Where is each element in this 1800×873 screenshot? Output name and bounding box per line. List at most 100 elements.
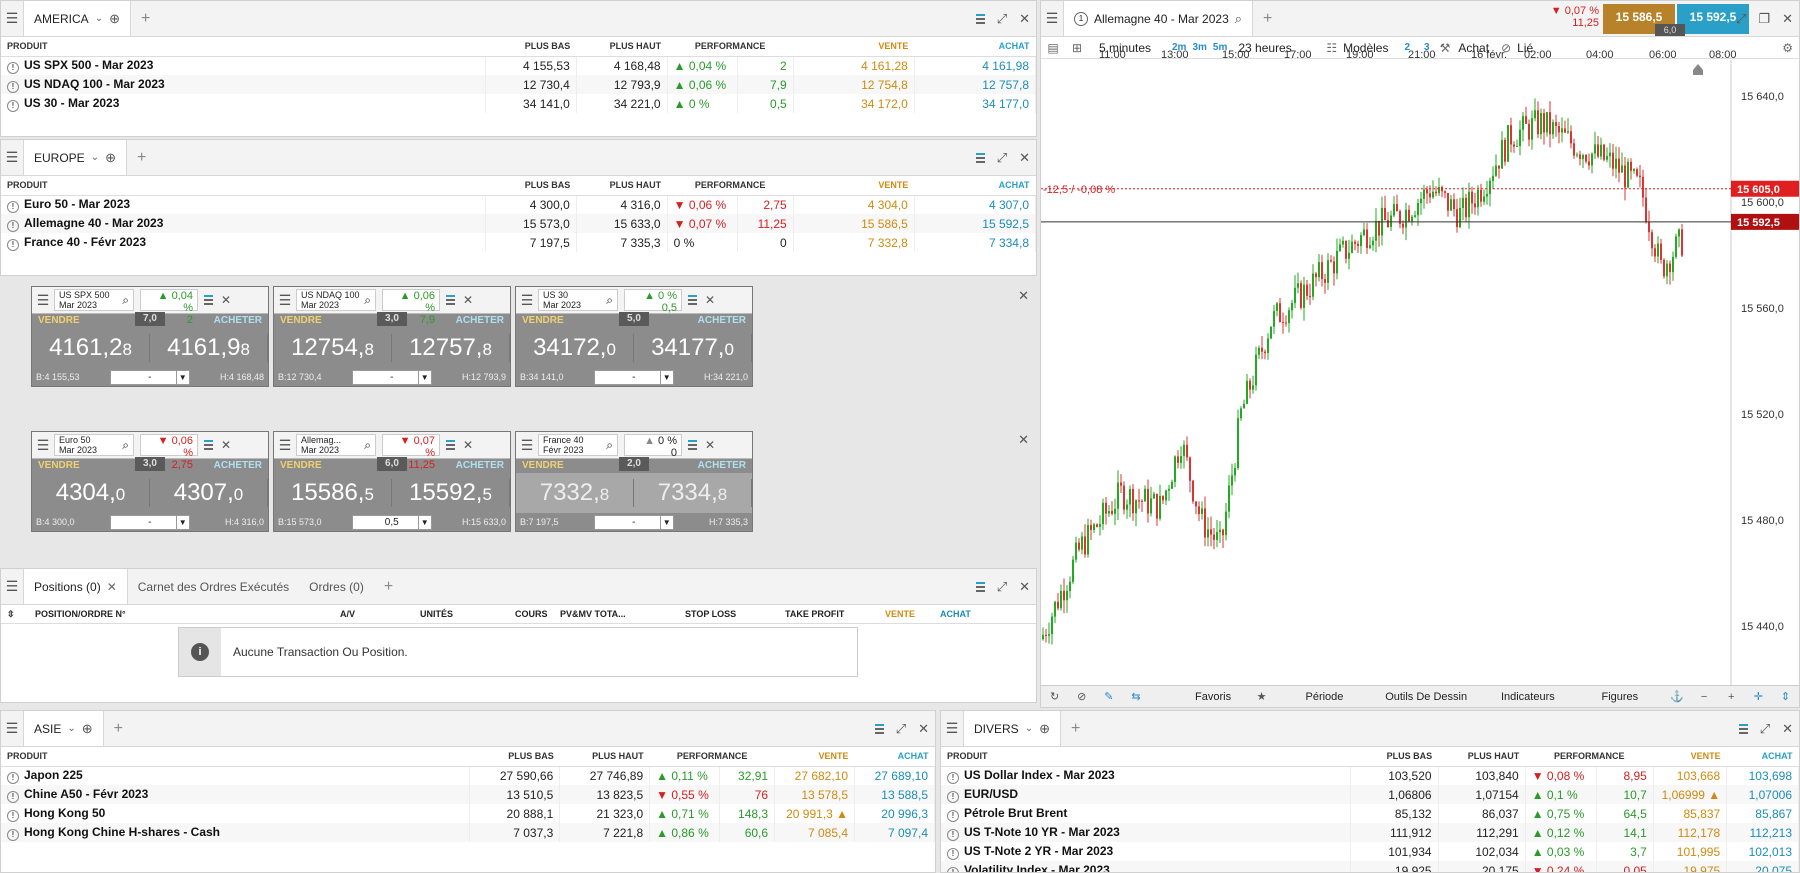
- info-icon[interactable]: !: [7, 828, 19, 841]
- col-vente[interactable]: VENTE: [793, 37, 915, 57]
- col-plus-bas[interactable]: PLUS BAS: [485, 37, 577, 57]
- col-achat[interactable]: ACHAT: [854, 747, 935, 767]
- expand-icon[interactable]: ⤢: [997, 11, 1007, 27]
- quantity-select[interactable]: 0,5 ▼: [351, 514, 432, 530]
- tile-product-select[interactable]: US SPX 500 Mar 2023 ⌕: [54, 289, 134, 311]
- info-icon[interactable]: !: [7, 790, 19, 803]
- col-produit[interactable]: PRODUIT: [1, 176, 486, 196]
- product-name[interactable]: ! Allemagne 40 - Mar 2023: [1, 214, 486, 233]
- zoom-icon[interactable]: ⊕: [1039, 721, 1050, 737]
- buy-price[interactable]: 20 996,3: [854, 804, 935, 823]
- settings-icon[interactable]: ⚙: [1782, 41, 1799, 55]
- layout-icon[interactable]: [975, 581, 985, 592]
- tile-product-select[interactable]: US NDAQ 100 Mar 2023 ⌕: [296, 289, 376, 311]
- menu-icon[interactable]: ☰: [941, 711, 963, 746]
- col-pvmv[interactable]: PV&MV TOTA...: [560, 609, 685, 619]
- sell-price[interactable]: 4 161,28: [793, 56, 915, 75]
- product-name[interactable]: ! Hong Kong 50: [1, 804, 471, 823]
- info-icon[interactable]: !: [7, 80, 19, 93]
- col-achat[interactable]: ACHAT: [914, 176, 1036, 196]
- tab-europe[interactable]: EUROPE ⌄ ⊕: [23, 140, 127, 175]
- buy-price-button[interactable]: 15592,5: [392, 479, 510, 507]
- table-row[interactable]: ! Japon 225 27 590,66 27 746,89 ▲ 0,11 % 32,9…: [1, 766, 935, 785]
- tile-product-select[interactable]: Euro 50 Mar 2023 ⌕: [54, 434, 134, 456]
- sell-price[interactable]: 7 332,8: [793, 233, 915, 252]
- table-row[interactable]: ! Hong Kong 50 20 888,1 21 323,0 ▲ 0,71 % 148…: [1, 804, 935, 823]
- product-name[interactable]: ! Hong Kong Chine H-shares - Cash: [1, 823, 471, 842]
- info-icon[interactable]: !: [947, 771, 959, 784]
- layout-icon[interactable]: [975, 13, 985, 24]
- col-plus-haut[interactable]: PLUS HAUT: [576, 37, 668, 57]
- expand-icon[interactable]: ⤢: [1760, 721, 1770, 737]
- close-icon[interactable]: ✕: [1018, 432, 1029, 448]
- table-row[interactable]: ! Pétrole Brut Brent 85,132 86,037 ▲ 0,75 % 6…: [941, 804, 1799, 823]
- add-tab-icon[interactable]: +: [127, 149, 156, 167]
- col-unites[interactable]: UNITÉS: [420, 609, 515, 619]
- layout-icon[interactable]: [204, 440, 213, 450]
- buy-price[interactable]: 102,013: [1726, 842, 1799, 861]
- info-icon[interactable]: !: [947, 847, 959, 860]
- add-tab-icon[interactable]: +: [104, 720, 133, 738]
- info-icon[interactable]: !: [947, 828, 959, 841]
- table-row[interactable]: ! US SPX 500 - Mar 2023 4 155,53 4 168,48 ▲ …: [1, 56, 1036, 75]
- indicators-button[interactable]: Indicateurs: [1479, 691, 1576, 703]
- sell-price[interactable]: 7 085,4: [774, 823, 856, 842]
- buy-price[interactable]: 15 592,5: [914, 214, 1036, 233]
- buy-price[interactable]: 4 307,0: [914, 195, 1036, 214]
- product-name[interactable]: ! Volatility Index - Mar 2023: [941, 861, 1352, 872]
- sell-price[interactable]: 20 991,3 ▲: [774, 804, 856, 823]
- table-row[interactable]: ! US T-Note 10 YR - Mar 2023 111,912 112,29…: [941, 823, 1799, 842]
- sell-price[interactable]: 12 754,8: [793, 75, 915, 94]
- menu-icon[interactable]: ☰: [1, 1, 23, 36]
- col-vente[interactable]: VENTE: [774, 747, 855, 767]
- tab-ordres[interactable]: Ordres (0): [299, 580, 374, 594]
- add-tab-icon[interactable]: +: [131, 10, 160, 28]
- tab-chart[interactable]: 1 Allemagne 40 - Mar 2023 ⌕: [1063, 1, 1254, 36]
- sell-price[interactable]: 4 304,0: [793, 195, 915, 214]
- buy-price[interactable]: 1,07006: [1726, 785, 1799, 804]
- info-icon[interactable]: !: [7, 200, 19, 213]
- col-performance[interactable]: PERFORMANCE: [1525, 747, 1654, 767]
- buy-price-button[interactable]: 12757,8: [392, 334, 510, 362]
- menu-icon[interactable]: ☰: [516, 432, 538, 458]
- info-icon[interactable]: !: [947, 790, 959, 803]
- buy-price-button[interactable]: 4161,98: [150, 334, 268, 362]
- expand-icon[interactable]: ⤢: [1736, 11, 1746, 27]
- close-icon[interactable]: ✕: [1782, 721, 1793, 737]
- col-plus-haut[interactable]: PLUS HAUT: [1438, 747, 1526, 767]
- close-icon[interactable]: ✕: [918, 721, 929, 737]
- close-icon[interactable]: ✕: [1019, 150, 1030, 166]
- layout-grid-icon[interactable]: ⊞: [1065, 41, 1089, 55]
- close-icon[interactable]: ✕: [1019, 579, 1030, 595]
- zoom-icon[interactable]: ⊕: [109, 11, 120, 27]
- layout-icon[interactable]: [874, 723, 884, 734]
- table-row[interactable]: ! US Dollar Index - Mar 2023 103,520 103,84…: [941, 766, 1799, 785]
- sell-price[interactable]: 85,837: [1653, 804, 1728, 823]
- tab-positions[interactable]: Positions (0) ✕: [23, 569, 128, 604]
- zoom-in-icon[interactable]: +: [1718, 691, 1745, 703]
- col-cours[interactable]: COURS: [515, 609, 560, 619]
- buy-price[interactable]: 13 588,5: [854, 785, 935, 804]
- anchor-icon[interactable]: ⚓: [1663, 690, 1690, 703]
- buy-price[interactable]: 85,867: [1726, 804, 1799, 823]
- quantity-select[interactable]: - ▼: [593, 514, 674, 530]
- buy-price-button[interactable]: 34177,0: [634, 334, 752, 362]
- table-row[interactable]: ! US 30 - Mar 2023 34 141,0 34 221,0 ▲ 0 % 0,…: [1, 94, 1036, 113]
- buy-price[interactable]: 4 161,98: [914, 56, 1036, 75]
- col-achat[interactable]: ACHAT: [1726, 747, 1799, 767]
- quantity-select[interactable]: - ▼: [109, 369, 190, 385]
- menu-icon[interactable]: ☰: [32, 432, 54, 458]
- table-row[interactable]: ! EUR/USD 1,06806 1,07154 ▲ 0,1 % 10,7 1,06999…: [941, 785, 1799, 804]
- layout-icon[interactable]: [688, 295, 697, 305]
- buy-price[interactable]: 20,075: [1726, 861, 1799, 872]
- list-icon[interactable]: ▤: [1041, 41, 1065, 55]
- quantity-select[interactable]: - ▼: [109, 514, 190, 530]
- sell-price-button[interactable]: 7332,8: [516, 479, 634, 507]
- close-icon[interactable]: ✕: [1782, 11, 1793, 27]
- col-vente[interactable]: VENTE: [1653, 747, 1727, 767]
- menu-icon[interactable]: ☰: [516, 287, 538, 313]
- window-icon[interactable]: ❐: [1758, 11, 1770, 27]
- add-tab-icon[interactable]: +: [1061, 720, 1090, 738]
- magnet-icon[interactable]: ⇆: [1122, 690, 1149, 703]
- sell-price[interactable]: 27 682,10: [774, 766, 856, 785]
